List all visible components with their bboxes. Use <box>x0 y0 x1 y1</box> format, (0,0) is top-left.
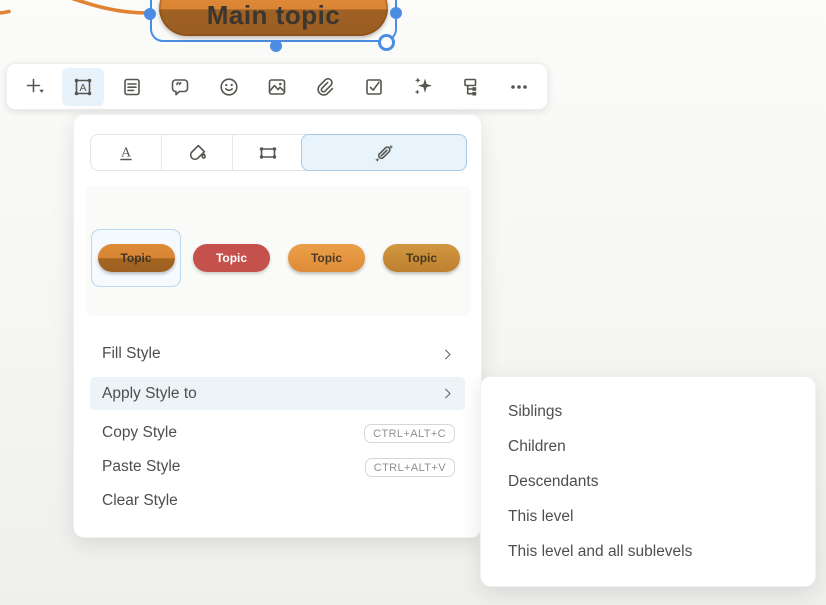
border-icon <box>256 141 280 165</box>
link-button[interactable] <box>304 68 346 106</box>
add-topic-button[interactable] <box>14 68 56 106</box>
menu-item-label: Copy Style <box>102 424 177 442</box>
menu-item-apply-style-to[interactable]: Apply Style to <box>90 377 465 410</box>
topic-style-preview: Topic <box>98 244 175 272</box>
ai-button[interactable] <box>401 68 443 106</box>
task-button[interactable] <box>353 68 395 106</box>
menu-item-fill-style[interactable]: Fill Style <box>74 337 481 371</box>
menu-item-clear-style[interactable]: Clear Style <box>74 484 481 518</box>
submenu-item-children[interactable]: Children <box>481 430 815 465</box>
image-icon <box>265 75 289 99</box>
paint-bucket-icon <box>185 141 209 165</box>
plus-icon <box>23 74 48 99</box>
style-option-3[interactable]: Topic <box>279 229 374 287</box>
svg-text:A: A <box>80 81 87 93</box>
submenu-item-label: This level <box>508 508 573 526</box>
format-style-button[interactable]: A <box>62 68 104 106</box>
structure-button[interactable] <box>450 68 492 106</box>
selection-resize-handle[interactable] <box>378 34 395 51</box>
text-style-frame-icon: A <box>71 75 95 99</box>
main-topic-node[interactable]: Main topic <box>159 0 388 36</box>
note-icon <box>120 75 144 99</box>
note-button[interactable] <box>111 68 153 106</box>
tab-fill[interactable] <box>161 135 232 170</box>
ellipsis-icon <box>507 75 531 99</box>
sticker-button[interactable] <box>208 68 250 106</box>
submenu-item-label: This level and all sublevels <box>508 543 692 561</box>
image-button[interactable] <box>256 68 298 106</box>
menu-item-copy-style[interactable]: Copy Style CTRL+ALT+C <box>74 416 481 450</box>
link-icon <box>313 75 337 99</box>
chevron-right-icon <box>440 347 455 362</box>
style-option-4[interactable]: Topic <box>374 229 469 287</box>
sparkles-icon <box>410 74 435 99</box>
menu-item-label: Apply Style to <box>102 385 197 403</box>
topic-toolbar: A <box>6 63 548 110</box>
submenu-item-descendants[interactable]: Descendants <box>481 465 815 500</box>
menu-item-label: Clear Style <box>102 492 178 510</box>
tab-border[interactable] <box>232 135 303 170</box>
topic-style-preview: Topic <box>193 244 270 272</box>
more-button[interactable] <box>498 68 540 106</box>
font-icon: A <box>114 141 138 165</box>
menu-item-paste-style[interactable]: Paste Style CTRL+ALT+V <box>74 450 481 484</box>
style-panel-tabs: A <box>90 134 467 171</box>
style-option-2[interactable]: Topic <box>184 229 279 287</box>
style-panel: A Topic <box>73 114 482 538</box>
style-menu: Fill Style Apply Style to Copy Style CTR… <box>74 337 481 518</box>
comment-icon <box>168 75 192 99</box>
submenu-item-label: Children <box>508 438 566 456</box>
selection-handle-right[interactable] <box>390 7 402 19</box>
topic-style-gallery: Topic Topic Topic Topic <box>86 186 471 316</box>
main-topic-label: Main topic <box>207 0 341 31</box>
chevron-right-icon <box>440 386 455 401</box>
apply-style-submenu: Siblings Children Descendants This level… <box>480 376 816 587</box>
style-option-1[interactable]: Topic <box>91 229 181 287</box>
submenu-item-this-level[interactable]: This level <box>481 499 815 534</box>
magic-wand-icon <box>372 141 396 165</box>
shortcut-badge: CTRL+ALT+C <box>364 424 455 443</box>
emoji-icon <box>217 75 241 99</box>
submenu-item-siblings[interactable]: Siblings <box>481 395 815 430</box>
topic-style-preview: Topic <box>288 244 365 272</box>
tab-font[interactable]: A <box>91 135 161 170</box>
selection-handle-left[interactable] <box>144 8 156 20</box>
tab-style[interactable] <box>301 134 467 171</box>
menu-item-label: Paste Style <box>102 458 180 476</box>
submenu-item-label: Siblings <box>508 403 562 421</box>
topic-style-preview: Topic <box>383 244 460 272</box>
menu-item-label: Fill Style <box>102 345 161 363</box>
selection-handle-bottom[interactable] <box>270 40 282 52</box>
structure-icon <box>459 75 483 99</box>
task-checkbox-icon <box>362 75 386 99</box>
submenu-item-this-level-and-sublevels[interactable]: This level and all sublevels <box>481 534 815 569</box>
submenu-item-label: Descendants <box>508 473 598 491</box>
svg-text:A: A <box>121 145 132 160</box>
comment-button[interactable] <box>159 68 201 106</box>
shortcut-badge: CTRL+ALT+V <box>365 458 455 477</box>
